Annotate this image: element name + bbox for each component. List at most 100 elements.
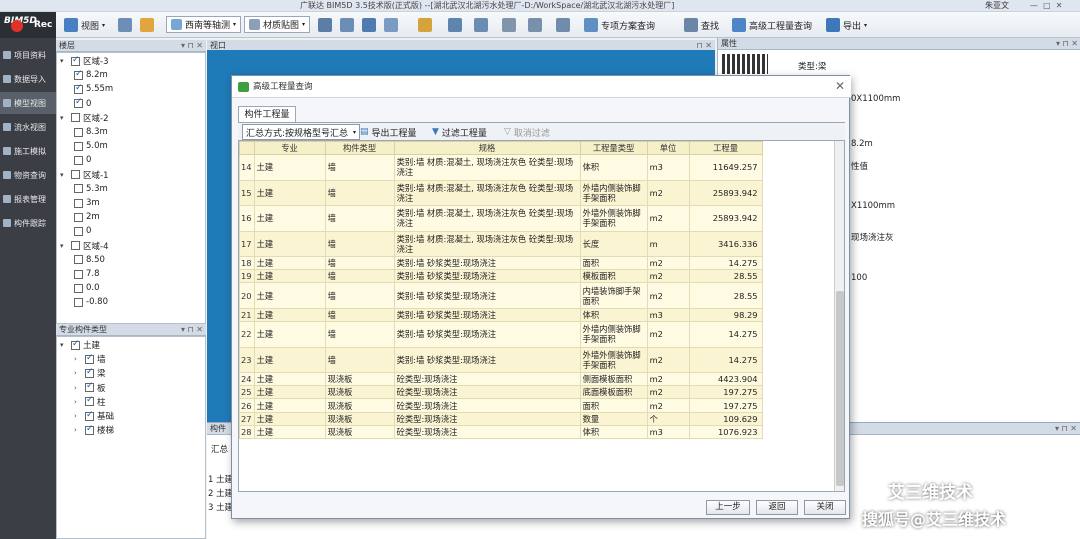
chevron-down-icon[interactable]: ▾ bbox=[60, 341, 68, 349]
back-button[interactable]: 返回 bbox=[756, 500, 798, 515]
tree-item[interactable]: 3m bbox=[74, 197, 100, 209]
advanced-query-button[interactable]: 高级工程量查询 bbox=[732, 16, 812, 34]
measure-tool-button[interactable] bbox=[418, 16, 432, 34]
close-button[interactable]: 关闭 bbox=[804, 500, 846, 515]
summary-tab[interactable]: 汇总 bbox=[211, 443, 228, 455]
list-item[interactable]: 2 土建 bbox=[208, 487, 233, 499]
checkbox[interactable] bbox=[74, 255, 83, 265]
checkbox[interactable] bbox=[74, 83, 83, 94]
tree-item[interactable]: 5.55m bbox=[74, 83, 113, 95]
close-icon[interactable]: ✕ bbox=[835, 79, 845, 93]
nav-item[interactable]: 物资查询 bbox=[0, 164, 56, 186]
checkbox[interactable] bbox=[74, 69, 83, 80]
panel-controls[interactable]: ▾ ⊓ ✕ bbox=[181, 40, 203, 52]
chevron-right-icon[interactable]: › bbox=[74, 398, 82, 406]
material-select[interactable]: 材质贴图 ▾ bbox=[244, 16, 311, 33]
chevron-down-icon[interactable]: ▾ bbox=[60, 57, 68, 65]
export-quantity-button[interactable]: ▤ 导出工程量 bbox=[360, 124, 417, 140]
tree-item[interactable]: 0 bbox=[74, 97, 91, 110]
person-tool-button[interactable] bbox=[340, 16, 354, 34]
checkbox[interactable] bbox=[74, 212, 83, 222]
nav-item[interactable]: 项目资料 bbox=[0, 44, 56, 66]
list-item[interactable]: 1 土建 bbox=[208, 473, 233, 485]
checkbox[interactable] bbox=[71, 55, 80, 66]
grid-tool-button[interactable] bbox=[474, 16, 488, 34]
table-row[interactable]: 26 土建 现浇板 砼类型:现场浇注 面积 m2 197.275 bbox=[239, 398, 763, 413]
grid-scrollbar[interactable] bbox=[834, 141, 844, 491]
table-row[interactable]: 21 土建墙类别:墙 砂浆类型:现场浇注 体积 m3 98.29 bbox=[239, 307, 763, 323]
filter-quantity-button[interactable]: ▼ 过滤工程量 bbox=[432, 124, 487, 140]
find-button[interactable]: 查找 bbox=[684, 16, 719, 34]
tree-item[interactable]: 5.0m bbox=[74, 140, 108, 152]
column-header[interactable]: 构件类型 bbox=[324, 141, 395, 155]
checkbox[interactable] bbox=[71, 339, 80, 350]
tree-item[interactable]: 0.0 bbox=[74, 282, 100, 294]
tree-item[interactable]: ▾ 区域-1 bbox=[60, 169, 108, 181]
checkbox[interactable] bbox=[74, 141, 83, 151]
tree-item[interactable]: ›柱 bbox=[74, 395, 106, 408]
user-name[interactable]: 朱亚文 bbox=[985, 0, 1009, 12]
checkbox[interactable] bbox=[85, 367, 94, 378]
chevron-right-icon[interactable]: › bbox=[74, 412, 82, 420]
checkbox[interactable] bbox=[85, 353, 94, 364]
view-mode-select[interactable]: 西南等轴测 ▾ bbox=[166, 16, 242, 33]
table-row[interactable]: 18 土建墙类别:墙 砂浆类型:现场浇注 面积 m2 14.275 bbox=[239, 255, 763, 271]
tree-item[interactable]: 0 bbox=[74, 225, 91, 237]
tree-item[interactable]: ▾ 区域-3 bbox=[60, 55, 108, 68]
record-dot-icon[interactable] bbox=[11, 20, 23, 32]
chevron-right-icon[interactable]: › bbox=[74, 384, 82, 392]
section-tool-button[interactable] bbox=[362, 16, 376, 34]
tree-item[interactable]: ▾ 区域-2 bbox=[60, 112, 108, 124]
nav-item[interactable]: 施工模拟 bbox=[0, 140, 56, 162]
column-header[interactable]: 单位 bbox=[646, 141, 690, 155]
tree-item[interactable]: -0.80 bbox=[74, 296, 108, 308]
table-row[interactable]: 14 土建墙类别:墙 材质:混凝土, 现场浇注灰色 砼类型:现场浇注 体积 m3 116… bbox=[239, 154, 763, 181]
column-header[interactable]: 专业 bbox=[253, 141, 326, 155]
table-row[interactable]: 23 土建墙类别:墙 砂浆类型:现场浇注 外墙外侧装饰脚手架面积 m2 14.275 bbox=[239, 346, 763, 374]
tab-component-quantity[interactable]: 构件工程量 bbox=[238, 106, 296, 122]
list-item[interactable]: 3 土建 bbox=[208, 501, 233, 513]
checkbox[interactable] bbox=[74, 226, 83, 236]
nav-item[interactable]: 流水视图 bbox=[0, 116, 56, 138]
tree-item[interactable]: ▾ 区域-4 bbox=[60, 240, 108, 252]
checkbox[interactable] bbox=[71, 241, 80, 251]
nav-item[interactable]: 模型视图 bbox=[0, 92, 56, 114]
checkbox[interactable] bbox=[74, 198, 83, 208]
table-row[interactable]: 27 土建 现浇板 砼类型:现场浇注 数量个 109.629 bbox=[239, 411, 763, 426]
tree-item[interactable]: 7.8 bbox=[74, 268, 100, 280]
table-row[interactable]: 16 土建墙类别:墙 材质:混凝土, 现场浇注灰色 砼类型:现场浇注 外墙外侧装饰脚… bbox=[239, 205, 763, 232]
checkbox[interactable] bbox=[71, 113, 80, 123]
window-controls[interactable]: — □ ✕ bbox=[1030, 0, 1062, 12]
table-row[interactable]: 28 土建 现浇板 砼类型:现场浇注 体积 m3 1076.923 bbox=[239, 424, 763, 440]
checkbox[interactable] bbox=[74, 127, 83, 137]
table-row[interactable]: 17 土建墙类别:墙 材质:混凝土, 现场浇注灰色 砼类型:现场浇注 长度 m 3416… bbox=[239, 230, 763, 257]
export-button[interactable]: 导出 ▾ bbox=[826, 16, 867, 34]
table-row[interactable]: 15 土建墙类别:墙 材质:混凝土, 现场浇注灰色 砼类型:现场浇注 外墙内侧装饰脚… bbox=[239, 179, 763, 206]
chevron-right-icon[interactable]: › bbox=[74, 426, 82, 434]
tree-item[interactable]: 8.2m bbox=[74, 69, 108, 81]
column-header[interactable]: 工程量类型 bbox=[579, 141, 648, 155]
tree-item[interactable]: ›墙 bbox=[74, 353, 106, 366]
column-header[interactable]: 规格 bbox=[393, 141, 581, 155]
checkbox[interactable] bbox=[85, 381, 94, 393]
checkbox[interactable] bbox=[74, 184, 83, 194]
panel-controls[interactable]: ▾ ⊓ ✕ bbox=[1055, 423, 1077, 435]
tree-item[interactable]: ›梁 bbox=[74, 367, 106, 380]
checkbox[interactable] bbox=[85, 410, 94, 421]
prev-step-button[interactable]: 上一步 bbox=[706, 500, 750, 515]
special-query-button[interactable]: 专项方案查询 bbox=[584, 16, 655, 34]
panel-controls[interactable]: ▾ ⊓ ✕ bbox=[1056, 38, 1078, 50]
table-row[interactable]: 19 土建墙类别:墙 砂浆类型:现场浇注 模板面积 m2 28.55 bbox=[239, 269, 763, 284]
tree-item[interactable]: ›板 bbox=[74, 381, 106, 394]
tree-item[interactable]: 8.3m bbox=[74, 126, 108, 138]
tree-item[interactable]: › 基础 bbox=[74, 410, 114, 423]
chevron-down-icon[interactable]: ▾ bbox=[60, 242, 68, 250]
chevron-right-icon[interactable]: › bbox=[74, 355, 82, 363]
table-row[interactable]: 25 土建 现浇板 砼类型:现场浇注 底面模板面积 m2 197.275 bbox=[239, 385, 763, 400]
table-row[interactable]: 22 土建墙类别:墙 砂浆类型:现场浇注 外墙内侧装饰脚手架面积 m2 14.275 bbox=[239, 321, 763, 348]
cancel-filter-button[interactable]: ▽ 取消过滤 bbox=[504, 124, 550, 140]
checkbox[interactable] bbox=[71, 170, 80, 180]
nav-item[interactable]: 数据导入 bbox=[0, 68, 56, 90]
chevron-down-icon[interactable]: ▾ bbox=[60, 114, 68, 122]
nav-item[interactable]: 报表管理 bbox=[0, 188, 56, 210]
